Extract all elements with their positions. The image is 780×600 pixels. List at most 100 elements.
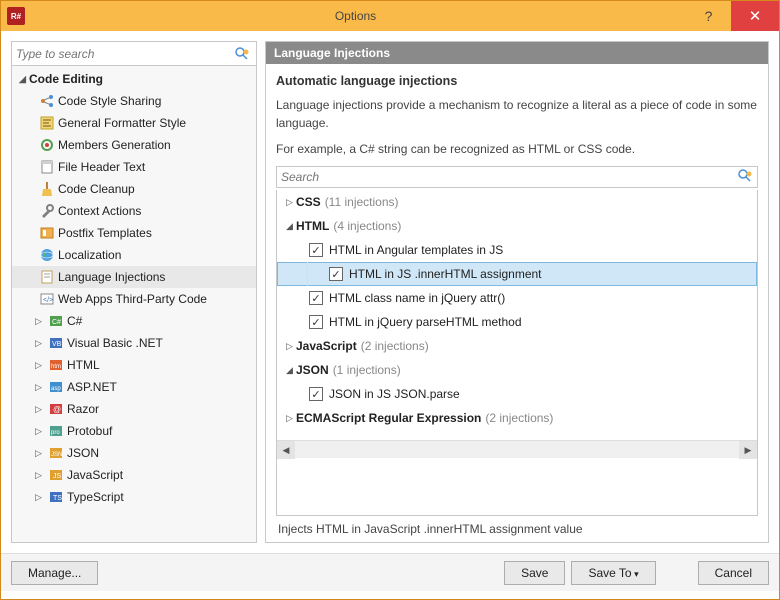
expand-icon[interactable]: ▷ — [32, 337, 45, 350]
injection-category-regex[interactable]: ▷ECMAScript Regular Expression(2 injecti… — [277, 406, 757, 430]
details-pane: Language Injections Automatic language i… — [265, 41, 769, 543]
asp-icon: asp — [48, 379, 64, 395]
checkbox[interactable]: ✓ — [309, 315, 323, 329]
checkbox[interactable]: ✓ — [309, 387, 323, 401]
globe-icon — [39, 247, 55, 263]
gear-icon — [39, 137, 55, 153]
close-button[interactable]: ✕ — [731, 1, 779, 31]
options-tree[interactable]: ◢ Code Editing Code Style Sharing Genera… — [12, 66, 256, 542]
expand-icon[interactable]: ▷ — [283, 197, 296, 208]
expand-icon[interactable]: ▷ — [32, 447, 45, 460]
injection-item-html-innerhtml[interactable]: ✓HTML in JS .innerHTML assignment — [277, 262, 757, 286]
panel-title: Automatic language injections — [276, 74, 758, 88]
expand-icon[interactable]: ▷ — [32, 381, 45, 394]
window-title: Options — [25, 9, 686, 23]
scroll-left-icon[interactable]: ◀ — [277, 441, 295, 459]
expand-icon[interactable]: ▷ — [32, 491, 45, 504]
vb-icon: VB — [48, 335, 64, 351]
file-icon — [39, 159, 55, 175]
svg-text:@: @ — [53, 405, 61, 414]
injection-tree[interactable]: ▷CSS(11 injections) ◢HTML(4 injections) … — [276, 190, 758, 516]
dialog-footer: Manage... Save Save To Cancel — [1, 553, 779, 591]
tree-search-input[interactable] — [16, 47, 234, 61]
status-text: Injects HTML in JavaScript .innerHTML as… — [276, 516, 758, 536]
tree-node-localization[interactable]: Localization — [12, 244, 256, 266]
page-icon — [39, 269, 55, 285]
horizontal-scrollbar[interactable]: ◀▶ — [277, 440, 757, 458]
options-tree-pane: ◢ Code Editing Code Style Sharing Genera… — [11, 41, 257, 543]
tree-node-language-injections[interactable]: Language Injections — [12, 266, 256, 288]
save-to-button[interactable]: Save To — [571, 561, 655, 585]
tree-node-file-header[interactable]: File Header Text — [12, 156, 256, 178]
injection-category-html[interactable]: ◢HTML(4 injections) — [277, 214, 757, 238]
formatter-icon — [39, 115, 55, 131]
tree-node-vbnet[interactable]: ▷VBVisual Basic .NET — [12, 332, 256, 354]
scroll-right-icon[interactable]: ▶ — [739, 441, 757, 459]
expand-icon[interactable]: ▷ — [32, 469, 45, 482]
svg-text:</>: </> — [43, 297, 53, 304]
svg-text:JSN: JSN — [51, 452, 62, 458]
injection-item-json-parse[interactable]: ✓JSON in JS JSON.parse — [277, 382, 757, 406]
search-icon — [234, 46, 252, 62]
svg-text:TS: TS — [53, 495, 62, 502]
panel-description-2: For example, a C# string can be recogniz… — [276, 140, 758, 158]
tree-node-protobuf[interactable]: ▷proProtobuf — [12, 420, 256, 442]
checkbox[interactable]: ✓ — [309, 243, 323, 257]
tree-node-html[interactable]: ▷htmHTML — [12, 354, 256, 376]
tree-node-csharp[interactable]: ▷C#C# — [12, 310, 256, 332]
collapse-icon[interactable]: ◢ — [283, 365, 296, 376]
svg-text:asp: asp — [51, 386, 61, 392]
svg-text:C#: C# — [52, 319, 61, 326]
injection-search-box[interactable] — [276, 166, 758, 188]
injection-search-input[interactable] — [281, 170, 737, 184]
tree-node-razor[interactable]: ▷@Razor — [12, 398, 256, 420]
html-icon: htm — [48, 357, 64, 373]
proto-icon: pro — [48, 423, 64, 439]
tree-node-members-generation[interactable]: Members Generation — [12, 134, 256, 156]
tree-node-general-formatter[interactable]: General Formatter Style — [12, 112, 256, 134]
tree-node-code-cleanup[interactable]: Code Cleanup — [12, 178, 256, 200]
help-button[interactable]: ? — [686, 1, 731, 31]
injection-item-html-angular[interactable]: ✓HTML in Angular templates in JS — [277, 238, 757, 262]
tree-node-code-style-sharing[interactable]: Code Style Sharing — [12, 90, 256, 112]
expand-icon[interactable]: ▷ — [32, 403, 45, 416]
expand-icon[interactable]: ▷ — [32, 359, 45, 372]
tree-node-json[interactable]: ▷JSNJSON — [12, 442, 256, 464]
svg-text:pro: pro — [51, 430, 60, 436]
checkbox[interactable]: ✓ — [309, 291, 323, 305]
tree-node-aspnet[interactable]: ▷aspASP.NET — [12, 376, 256, 398]
tree-node-web-apps-third-party[interactable]: </>Web Apps Third-Party Code — [12, 288, 256, 310]
template-icon — [39, 225, 55, 241]
expand-icon[interactable]: ▷ — [283, 413, 296, 424]
ts-icon: TS — [48, 489, 64, 505]
svg-text:JS: JS — [53, 473, 62, 480]
tree-node-postfix-templates[interactable]: Postfix Templates — [12, 222, 256, 244]
injection-item-html-jquery-attr[interactable]: ✓HTML class name in jQuery attr() — [277, 286, 757, 310]
tree-node-code-editing[interactable]: ◢ Code Editing — [12, 68, 256, 90]
expand-icon[interactable]: ▷ — [32, 315, 45, 328]
tree-node-javascript[interactable]: ▷JSJavaScript — [12, 464, 256, 486]
svg-text:htm: htm — [51, 364, 61, 370]
save-button[interactable]: Save — [504, 561, 565, 585]
js-icon: JS — [48, 467, 64, 483]
expand-icon[interactable]: ▷ — [32, 425, 45, 438]
manage-button[interactable]: Manage... — [11, 561, 98, 585]
expand-icon[interactable]: ▷ — [283, 341, 296, 352]
tree-search-box[interactable] — [12, 42, 256, 66]
checkbox[interactable]: ✓ — [329, 267, 343, 281]
collapse-icon[interactable]: ◢ — [283, 221, 296, 232]
broom-icon — [39, 181, 55, 197]
injection-item-html-jquery-parse[interactable]: ✓HTML in jQuery parseHTML method — [277, 310, 757, 334]
tree-node-context-actions[interactable]: Context Actions — [12, 200, 256, 222]
collapse-icon[interactable]: ◢ — [16, 73, 29, 86]
panel-header: Language Injections — [266, 42, 768, 64]
csharp-icon: C# — [48, 313, 64, 329]
panel-description-1: Language injections provide a mechanism … — [276, 96, 758, 132]
svg-text:VB: VB — [52, 341, 62, 348]
injection-category-javascript[interactable]: ▷JavaScript(2 injections) — [277, 334, 757, 358]
title-bar: Options ? ✕ — [1, 1, 779, 31]
tree-node-typescript[interactable]: ▷TSTypeScript — [12, 486, 256, 508]
injection-category-json[interactable]: ◢JSON(1 injections) — [277, 358, 757, 382]
cancel-button[interactable]: Cancel — [698, 561, 769, 585]
injection-category-css[interactable]: ▷CSS(11 injections) — [277, 190, 757, 214]
